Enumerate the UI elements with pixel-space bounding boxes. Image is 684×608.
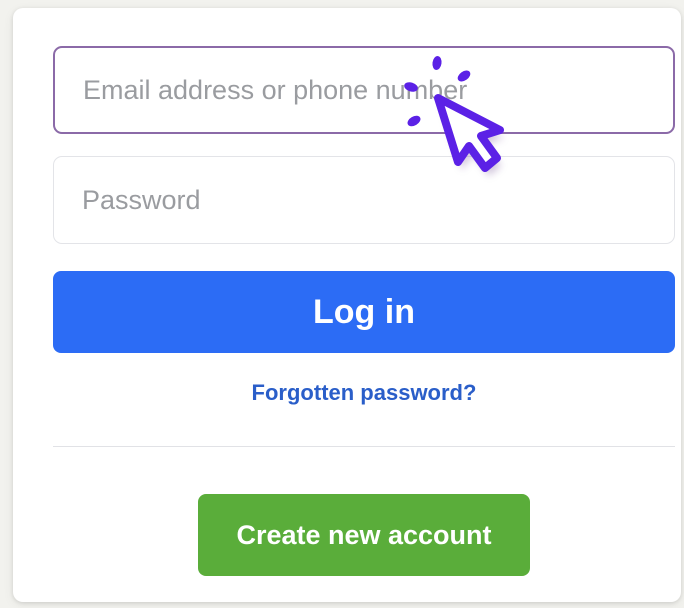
login-button[interactable]: Log in <box>53 271 675 353</box>
password-input[interactable] <box>53 156 675 244</box>
create-new-account-button[interactable]: Create new account <box>198 494 530 576</box>
login-card: Log in Forgotten password? Create new ac… <box>13 8 681 602</box>
email-or-phone-input[interactable] <box>53 46 675 134</box>
forgotten-password-link[interactable]: Forgotten password? <box>53 380 675 406</box>
divider <box>53 446 675 447</box>
